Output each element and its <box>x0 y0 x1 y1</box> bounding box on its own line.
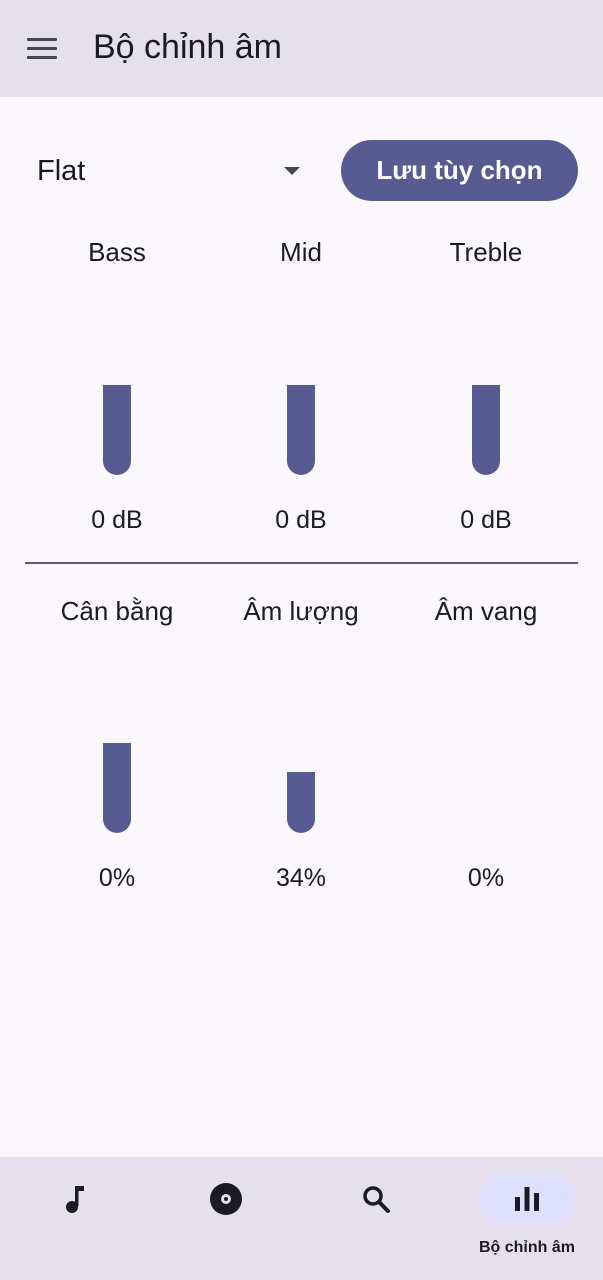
slider-bass[interactable] <box>103 305 131 475</box>
nav-item-songs[interactable] <box>0 1157 150 1280</box>
dropdown-arrow-icon <box>284 167 300 175</box>
top-app-bar: Bộ chỉnh âm <box>0 0 603 97</box>
save-preset-button[interactable]: Lưu tùy chọn <box>341 140 578 201</box>
slider-fill-treble <box>472 384 500 475</box>
slider-mid[interactable] <box>287 305 315 475</box>
nav-item-search[interactable] <box>301 1157 451 1280</box>
band-value-bass: 0 dB <box>91 506 143 534</box>
effect-value-balance: 0% <box>98 864 136 892</box>
bottom-navigation: Bộ chỉnh âm <box>0 1157 603 1280</box>
music-note-icon <box>42 1177 108 1221</box>
band-label-mid: Mid <box>280 237 322 267</box>
effect-label-reverb: Âm vang <box>434 596 538 626</box>
menu-icon[interactable] <box>18 26 66 70</box>
preset-selected-value: Flat <box>37 154 86 187</box>
band-value-mid: 0 dB <box>275 506 327 534</box>
slider-fill-mid <box>287 384 315 475</box>
band-label-treble: Treble <box>449 237 523 267</box>
slider-treble[interactable] <box>472 305 500 475</box>
disc-icon <box>193 1177 259 1221</box>
equalizer-icon <box>479 1175 575 1223</box>
band-label-bass: Bass <box>88 237 146 267</box>
slider-fill-balance <box>103 742 131 833</box>
section-divider <box>25 562 578 564</box>
effect-label-volume: Âm lượng <box>243 596 359 626</box>
search-icon <box>343 1177 409 1221</box>
effect-value-volume: 34% <box>275 864 327 892</box>
effect-value-reverb: 0% <box>467 864 505 892</box>
nav-item-equalizer[interactable]: Bộ chỉnh âm <box>471 1157 603 1280</box>
slider-fill-volume <box>287 771 315 833</box>
effect-label-balance: Cân bằng <box>60 596 174 626</box>
slider-balance[interactable] <box>103 663 131 833</box>
nav-item-albums[interactable] <box>151 1157 301 1280</box>
slider-volume[interactable] <box>287 663 315 833</box>
preset-dropdown[interactable]: Flat <box>22 140 312 202</box>
slider-reverb[interactable] <box>472 663 500 833</box>
preset-row: Flat Lưu tùy chọn <box>0 140 603 202</box>
page-title: Bộ chỉnh âm <box>93 28 282 66</box>
band-value-treble: 0 dB <box>460 506 512 534</box>
nav-label-equalizer: Bộ chỉnh âm <box>478 1239 575 1256</box>
slider-fill-bass <box>103 384 131 475</box>
